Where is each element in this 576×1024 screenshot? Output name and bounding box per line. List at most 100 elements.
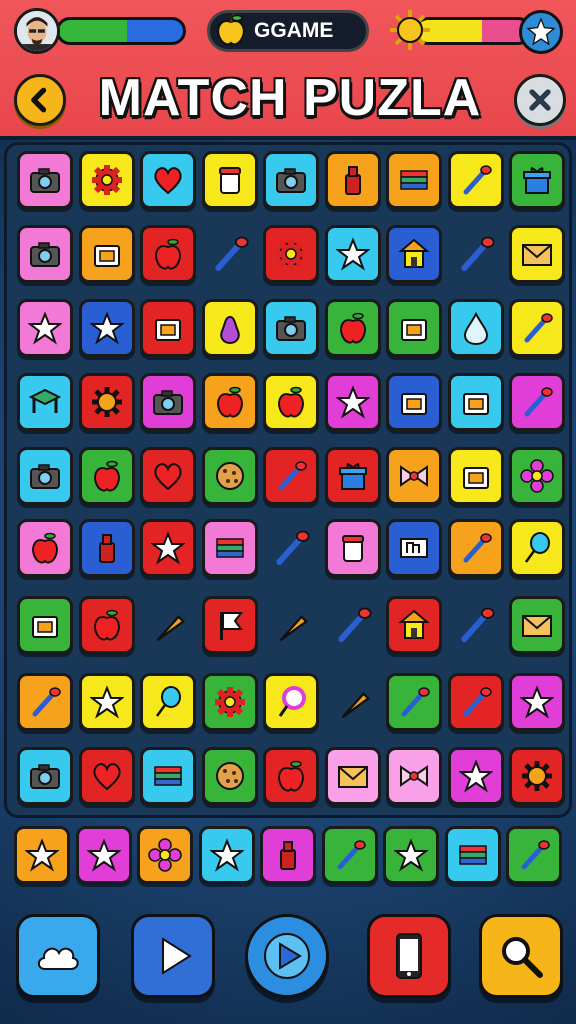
board-jar-tile[interactable] [324, 519, 381, 577]
board-star-tile[interactable] [509, 673, 565, 731]
board-camera-tile[interactable] [17, 747, 73, 805]
star-badge-icon[interactable] [519, 10, 563, 54]
board-box-tile[interactable] [78, 225, 135, 283]
board-jar-tile[interactable] [201, 151, 258, 209]
board-box-tile[interactable] [386, 299, 442, 357]
back-button[interactable] [14, 74, 66, 126]
board-camera-tile[interactable] [17, 447, 73, 505]
board-brush-tile[interactable] [263, 519, 319, 577]
board-camera-tile[interactable] [17, 151, 73, 209]
board-heart-tile[interactable] [140, 447, 196, 505]
board-brush-tile[interactable] [509, 299, 565, 357]
board-brush-tile[interactable] [386, 673, 442, 731]
board-camera-tile[interactable] [263, 299, 319, 357]
board-cone-tile[interactable] [263, 596, 319, 654]
board-camera-tile[interactable] [17, 225, 73, 283]
board-house-tile[interactable] [386, 225, 442, 283]
board-brush-tile[interactable] [447, 151, 504, 209]
board-bottle-tile[interactable] [324, 151, 381, 209]
board-cookie-tile[interactable] [201, 447, 258, 505]
board-envelope-tile[interactable] [324, 747, 381, 805]
board-star-tile[interactable] [140, 519, 196, 577]
tray-flower-tile[interactable] [137, 826, 193, 884]
board-gift-box-tile[interactable] [324, 447, 381, 505]
board-brush-tile[interactable] [202, 225, 258, 283]
board-cone-tile[interactable] [325, 673, 381, 731]
player-avatar[interactable] [14, 8, 60, 54]
board-sign-tile[interactable] [386, 519, 442, 577]
board-brush-tile[interactable] [263, 447, 319, 505]
board-mirror-tile[interactable] [263, 673, 319, 731]
board-camera-tile[interactable] [140, 373, 196, 431]
board-star-tile[interactable] [78, 673, 135, 731]
board-star-tile[interactable] [324, 373, 381, 431]
tray-book-stack-tile[interactable] [444, 826, 501, 884]
tray-bottle-tile[interactable] [260, 826, 316, 884]
board-star-tile[interactable] [447, 747, 504, 805]
board-box-tile[interactable] [447, 373, 504, 431]
board-camera-tile[interactable] [263, 151, 319, 209]
board-book-stack-tile[interactable] [386, 151, 442, 209]
board-sun-gear-tile[interactable] [509, 747, 565, 805]
board-cookie-tile[interactable] [201, 747, 258, 805]
board-drop-tile[interactable] [447, 299, 504, 357]
board-brush-tile[interactable] [509, 373, 565, 431]
board-gear-tile[interactable] [201, 673, 258, 731]
board-apple-tile[interactable] [201, 373, 258, 431]
board-book-stack-tile[interactable] [140, 747, 196, 805]
board-gear-tile[interactable] [263, 225, 319, 283]
board-brush-tile[interactable] [17, 673, 73, 731]
board-box-tile[interactable] [386, 373, 442, 431]
board-gift-box-tile[interactable] [509, 151, 565, 209]
board-flag-tile[interactable] [201, 596, 258, 654]
tray-star-tile[interactable] [75, 826, 132, 884]
board-cone-tile[interactable] [140, 596, 196, 654]
board-balloon-tile[interactable] [140, 673, 196, 731]
board-heart-tile[interactable] [78, 747, 135, 805]
board-table-tile[interactable] [17, 373, 73, 431]
board-box-tile[interactable] [447, 447, 504, 505]
board-envelope-tile[interactable] [509, 225, 565, 283]
tray-brush-tile[interactable] [506, 826, 562, 884]
board-apple-tile[interactable] [263, 747, 319, 805]
board-balloon-tile[interactable] [509, 519, 565, 577]
close-button[interactable] [514, 74, 566, 126]
board-apple-tile[interactable] [78, 447, 135, 505]
board-sun-gear-tile[interactable] [78, 373, 135, 431]
board-apple-tile[interactable] [17, 519, 73, 577]
board-box-tile[interactable] [140, 299, 196, 357]
board-brush-tile[interactable] [447, 673, 504, 731]
cloud-button[interactable] [16, 914, 100, 998]
sign-icon [400, 538, 428, 558]
board-gear-tile[interactable] [78, 151, 135, 209]
board-book-stack-tile[interactable] [201, 519, 258, 577]
board-apple-tile[interactable] [263, 373, 319, 431]
board-flower-tile[interactable] [509, 447, 565, 505]
tray-star-tile[interactable] [383, 826, 439, 884]
board-pear-tile[interactable] [201, 299, 258, 357]
board-brush-tile[interactable] [325, 596, 381, 654]
board-star-tile[interactable] [17, 299, 73, 357]
board-star-tile[interactable] [324, 225, 381, 283]
board-apple-tile[interactable] [324, 299, 381, 357]
board-bow-tile[interactable] [386, 447, 442, 505]
board-apple-tile[interactable] [140, 225, 196, 283]
play-circle-button[interactable] [245, 914, 329, 998]
board-heart-tile[interactable] [140, 151, 196, 209]
board-brush-tile[interactable] [447, 519, 504, 577]
board-box-tile[interactable] [17, 596, 73, 654]
tray-star-tile[interactable] [14, 826, 70, 884]
board-star-tile[interactable] [78, 299, 135, 357]
magnifier-button[interactable] [479, 914, 563, 998]
board-brush-tile[interactable] [448, 225, 504, 283]
board-bow-tile[interactable] [386, 747, 442, 805]
tray-brush-tile[interactable] [321, 826, 378, 884]
board-brush-tile[interactable] [448, 596, 504, 654]
play-button[interactable] [131, 914, 215, 998]
board-apple-tile[interactable] [78, 596, 135, 654]
board-envelope-tile[interactable] [509, 596, 565, 654]
tray-star-tile[interactable] [198, 826, 255, 884]
board-bottle-tile[interactable] [78, 519, 135, 577]
board-house-tile[interactable] [386, 596, 442, 654]
phone-button[interactable] [367, 914, 451, 998]
